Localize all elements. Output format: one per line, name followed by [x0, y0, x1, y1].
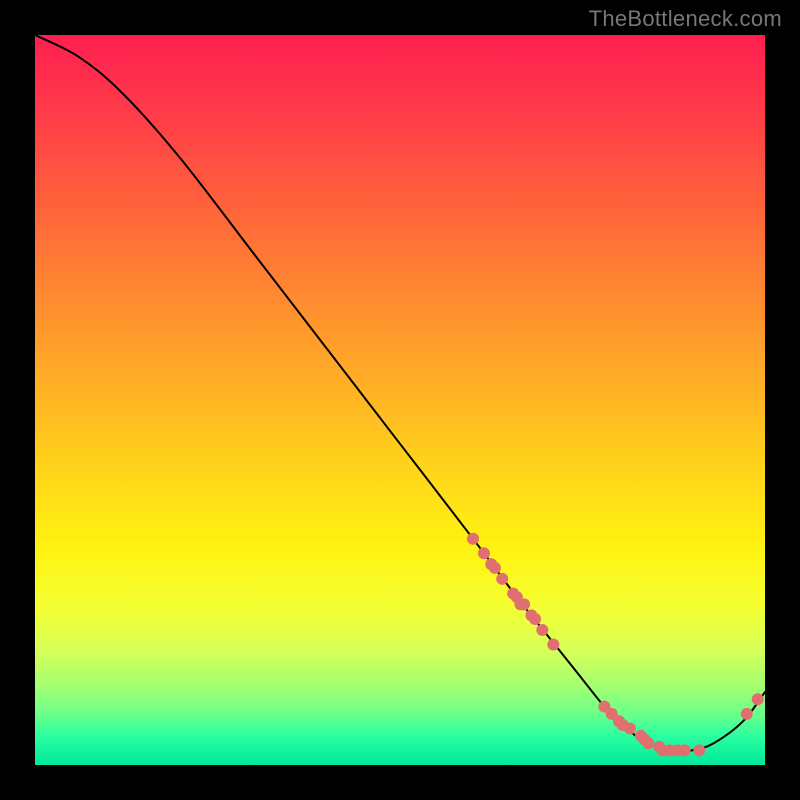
data-marker [536, 624, 548, 636]
data-marker [478, 547, 490, 559]
data-marker [624, 723, 636, 735]
data-marker [489, 562, 501, 574]
data-marker [679, 744, 691, 756]
chart-plot-area [35, 35, 765, 765]
watermark-text: TheBottleneck.com [589, 6, 782, 32]
data-marker [693, 744, 705, 756]
data-marker [741, 708, 753, 720]
bottleneck-curve-path [35, 35, 765, 751]
data-marker [547, 639, 559, 651]
chart-svg [35, 35, 765, 765]
data-marker [518, 598, 530, 610]
data-marker [467, 533, 479, 545]
data-marker [752, 693, 764, 705]
highlighted-points-group [467, 533, 764, 757]
data-marker [496, 573, 508, 585]
data-marker [529, 613, 541, 625]
data-marker [642, 737, 654, 749]
